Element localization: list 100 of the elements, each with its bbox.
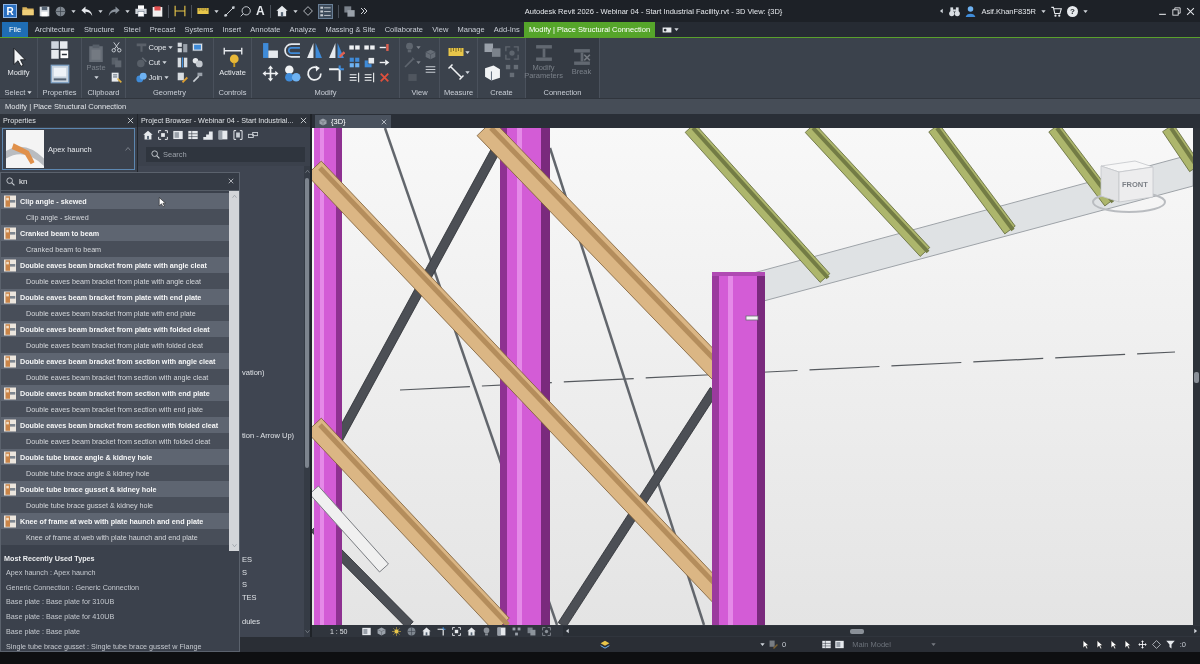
close-icon[interactable] xyxy=(1186,6,1195,16)
caret-icon[interactable] xyxy=(464,49,470,55)
scrollbar[interactable] xyxy=(229,191,239,551)
close-icon[interactable] xyxy=(127,117,134,124)
purlin xyxy=(1162,128,1193,173)
dimension-icon[interactable] xyxy=(174,5,186,17)
print-icon[interactable] xyxy=(135,5,147,17)
align-icon[interactable] xyxy=(261,42,279,59)
cube-icon[interactable] xyxy=(376,626,386,636)
split-icon[interactable] xyxy=(177,56,189,68)
grid-icon[interactable] xyxy=(348,56,360,68)
scrollbar-thumb[interactable] xyxy=(1194,372,1199,383)
copy-icon[interactable] xyxy=(526,626,536,636)
scrollbar-thumb[interactable] xyxy=(305,178,309,468)
globe-icon[interactable] xyxy=(55,5,66,17)
scrollbar-thumb[interactable] xyxy=(849,628,864,634)
windows-icon[interactable] xyxy=(343,5,355,17)
redo-icon[interactable] xyxy=(108,5,120,17)
clear-icon[interactable] xyxy=(228,178,234,184)
scissors-icon[interactable] xyxy=(110,41,122,53)
caret-icon[interactable] xyxy=(292,8,298,14)
document-pencil-icon[interactable] xyxy=(110,71,122,83)
help-button[interactable]: ? xyxy=(1067,5,1078,17)
hammer-icon[interactable] xyxy=(192,71,204,83)
squares-icon[interactable] xyxy=(363,56,375,68)
house-icon[interactable] xyxy=(421,626,431,636)
squares-icon[interactable] xyxy=(511,626,521,636)
spheres-icon[interactable] xyxy=(192,56,204,68)
caret-icon[interactable] xyxy=(1041,8,1046,14)
app-logo[interactable]: R xyxy=(3,4,17,18)
sun-icon[interactable] xyxy=(391,626,401,636)
panel-icon[interactable] xyxy=(496,626,506,636)
blocks-icon[interactable] xyxy=(177,41,189,53)
bracket-icon[interactable] xyxy=(233,130,243,140)
toggle-button[interactable] xyxy=(317,3,333,19)
binoculars-icon[interactable] xyxy=(949,5,961,17)
restore-icon[interactable] xyxy=(1172,6,1181,16)
mirror-draw-icon[interactable] xyxy=(327,42,345,59)
magnifier-icon[interactable] xyxy=(240,5,251,17)
diamond-icon[interactable] xyxy=(1151,640,1161,649)
squares-icon[interactable] xyxy=(484,43,501,60)
scrollbar[interactable] xyxy=(1193,128,1200,625)
save-icon[interactable] xyxy=(39,5,50,17)
cart-icon[interactable] xyxy=(1051,5,1062,17)
caret-icon[interactable] xyxy=(98,8,103,14)
box-icon[interactable] xyxy=(484,64,501,81)
caret-icon[interactable] xyxy=(760,642,765,647)
sheet-icon[interactable] xyxy=(361,626,371,636)
sheet-icon[interactable] xyxy=(835,640,845,649)
circles-icon[interactable] xyxy=(283,65,301,82)
caret-icon[interactable] xyxy=(125,8,130,14)
user-icon[interactable] xyxy=(965,5,977,17)
corner-icon[interactable] xyxy=(327,65,345,82)
document-icon[interactable] xyxy=(152,5,163,17)
house-icon[interactable] xyxy=(275,5,288,17)
corner-icon[interactable] xyxy=(436,626,446,636)
screen-icon[interactable] xyxy=(192,41,204,53)
filter-icon[interactable] xyxy=(1165,640,1175,649)
search-field[interactable]: kn xyxy=(1,173,239,190)
mirror-icon[interactable] xyxy=(305,42,323,59)
sheet-icon[interactable] xyxy=(173,130,183,140)
ruler-icon[interactable] xyxy=(197,5,209,17)
lines-icon[interactable] xyxy=(363,71,375,83)
folder-icon[interactable] xyxy=(22,5,34,17)
diamond-icon[interactable] xyxy=(302,6,313,16)
text-tool[interactable]: A xyxy=(256,5,265,17)
link-icon[interactable] xyxy=(248,130,258,140)
scrollbar[interactable] xyxy=(562,626,1200,636)
rotate-icon[interactable] xyxy=(305,65,323,82)
house-icon[interactable] xyxy=(466,626,476,636)
properties-icon[interactable] xyxy=(49,64,70,84)
blocks-icon[interactable] xyxy=(49,40,70,60)
table-icon[interactable] xyxy=(188,130,198,140)
line-icon[interactable] xyxy=(224,5,235,17)
caret-icon[interactable] xyxy=(464,69,470,75)
move-icon[interactable] xyxy=(1137,640,1147,649)
left-caret-icon[interactable] xyxy=(939,8,945,14)
bulb-icon[interactable] xyxy=(481,626,491,636)
line-stop-icon[interactable] xyxy=(378,41,390,53)
globe-icon[interactable] xyxy=(406,626,416,636)
caret-icon[interactable] xyxy=(71,8,76,14)
panel-icon[interactable] xyxy=(218,130,228,140)
stairs-icon[interactable] xyxy=(203,130,213,140)
close-icon[interactable] xyxy=(300,117,307,124)
pencil-icon[interactable] xyxy=(769,640,778,649)
house-icon[interactable] xyxy=(143,130,153,140)
undo-icon[interactable] xyxy=(81,5,93,17)
pencil-icon[interactable] xyxy=(177,71,189,83)
table-icon[interactable] xyxy=(822,640,832,649)
lines-icon[interactable] xyxy=(424,64,436,75)
double-chevron-icon[interactable] xyxy=(359,7,368,15)
caret-icon[interactable] xyxy=(27,89,33,95)
layers-icon[interactable] xyxy=(600,639,610,650)
lines-icon[interactable] xyxy=(348,71,360,83)
move-icon[interactable] xyxy=(261,65,279,82)
scrollbar[interactable] xyxy=(304,166,310,637)
caret-icon[interactable] xyxy=(1083,8,1088,14)
caret-icon[interactable] xyxy=(214,8,219,14)
caret-icon[interactable] xyxy=(673,27,679,32)
offset-icon[interactable] xyxy=(283,42,301,59)
